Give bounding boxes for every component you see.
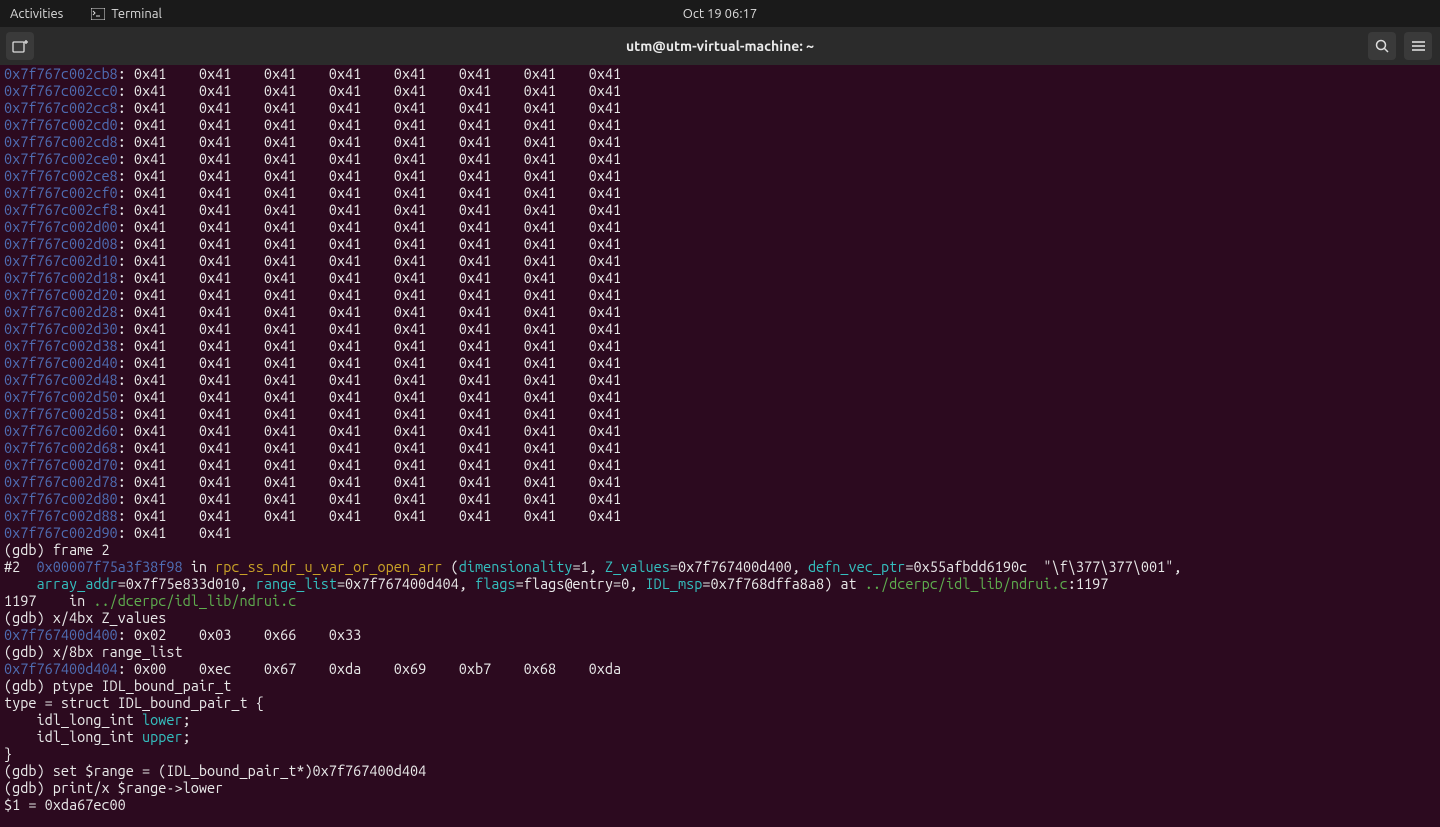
activities-label: Activities [10,7,63,21]
clock-label: Oct 19 06:17 [683,7,757,21]
gnome-topbar: Activities Terminal Oct 19 06:17 [0,0,1440,27]
terminal-app-menu[interactable]: Terminal [91,7,162,21]
hamburger-icon [1411,40,1426,52]
activities-button[interactable]: Activities [10,7,63,21]
clock[interactable]: Oct 19 06:17 [683,7,757,21]
terminal-icon [91,8,105,20]
new-tab-icon [12,39,28,53]
search-button[interactable] [1368,32,1396,60]
new-tab-button[interactable] [6,32,34,60]
terminal-app-label: Terminal [111,7,162,21]
search-icon [1375,39,1390,54]
hamburger-menu-button[interactable] [1404,32,1432,60]
window-title: utm@utm-virtual-machine: ~ [626,38,814,54]
window-titlebar: utm@utm-virtual-machine: ~ [0,27,1440,65]
terminal-output[interactable]: 0x7f767c002cb8: 0x41 0x41 0x41 0x41 0x41… [0,65,1440,827]
